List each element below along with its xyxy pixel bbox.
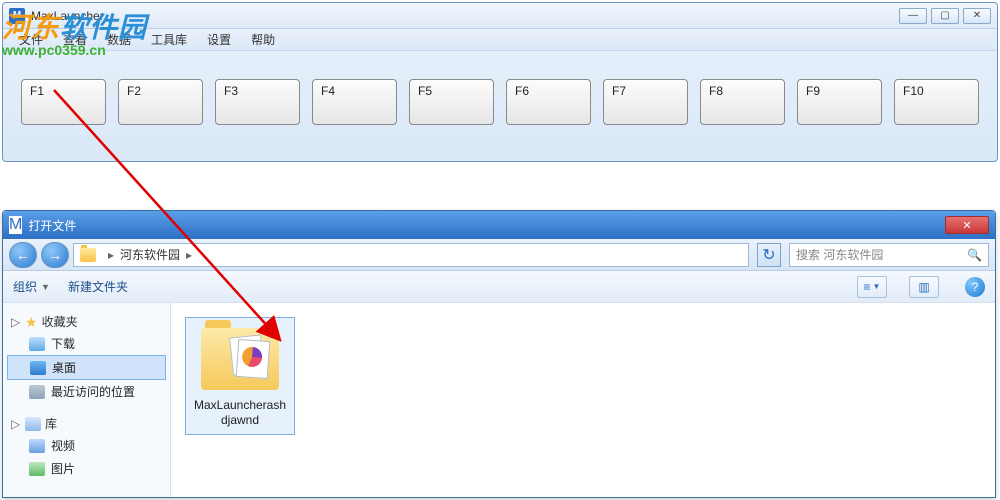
- organize-label: 组织: [13, 278, 37, 295]
- sidebar-item-label: 最近访问的位置: [51, 383, 135, 400]
- breadcrumb[interactable]: ▸ 河东软件园 ▸: [73, 243, 749, 267]
- toolbar: 组织 ▼ 新建文件夹 ≡ ▼ ▥ ?: [3, 271, 995, 303]
- refresh-button[interactable]: ↻: [757, 243, 781, 267]
- star-icon: ★: [25, 315, 38, 329]
- folder-tile[interactable]: MaxLauncherashdjawnd: [185, 317, 295, 435]
- preview-pane-button[interactable]: ▥: [909, 276, 939, 298]
- open-file-dialog: M 打开文件 ✕ ← → ▸ 河东软件园 ▸ ↻ 搜索 河东软件园 🔍 组织 ▼…: [2, 210, 996, 498]
- new-folder-label: 新建文件夹: [68, 278, 128, 295]
- sidebar-item-pictures[interactable]: 图片: [7, 457, 166, 480]
- menubar: 文件 查看 数据 工具库 设置 帮助: [3, 29, 997, 51]
- fkey-f10[interactable]: F10: [894, 79, 979, 125]
- search-placeholder: 搜索 河东软件园: [796, 246, 883, 263]
- libraries-group: ▷ 库 视频 图片: [7, 413, 166, 480]
- library-icon: [25, 417, 41, 431]
- sidebar-item-label: 图片: [51, 460, 75, 477]
- fkey-f6[interactable]: F6: [506, 79, 591, 125]
- sidebar: ▷ ★ 收藏夹 下载 桌面 最近访问的位置: [3, 303, 171, 497]
- chevron-right-icon: ▸: [108, 248, 114, 262]
- menu-view[interactable]: 查看: [55, 29, 95, 50]
- menu-file[interactable]: 文件: [11, 29, 51, 50]
- folder-icon: [201, 328, 279, 390]
- search-icon: 🔍: [967, 248, 982, 262]
- sidebar-item-label: 桌面: [52, 359, 76, 376]
- app-icon: M: [9, 8, 25, 24]
- nav-row: ← → ▸ 河东软件园 ▸ ↻ 搜索 河东软件园 🔍: [3, 239, 995, 271]
- picture-icon: [29, 462, 45, 476]
- fkey-f5[interactable]: F5: [409, 79, 494, 125]
- fkey-f1[interactable]: F1: [21, 79, 106, 125]
- sidebar-item-recent[interactable]: 最近访问的位置: [7, 380, 166, 403]
- close-button[interactable]: ✕: [963, 8, 991, 24]
- desktop-icon: [30, 361, 46, 375]
- dialog-close-button[interactable]: ✕: [945, 216, 989, 234]
- libraries-header[interactable]: ▷ 库: [7, 413, 166, 434]
- change-view-button[interactable]: ≡ ▼: [857, 276, 887, 298]
- favorites-header[interactable]: ▷ ★ 收藏夹: [7, 311, 166, 332]
- video-icon: [29, 439, 45, 453]
- menu-tools[interactable]: 工具库: [143, 29, 195, 50]
- maximize-button[interactable]: ▢: [931, 8, 959, 24]
- folder-name: MaxLauncherashdjawnd: [192, 398, 288, 428]
- menu-settings[interactable]: 设置: [199, 29, 239, 50]
- dialog-title: 打开文件: [28, 217, 945, 234]
- recent-icon: [29, 385, 45, 399]
- nav-back-button[interactable]: ←: [9, 242, 37, 268]
- sidebar-item-videos[interactable]: 视频: [7, 434, 166, 457]
- folder-icon: [80, 248, 96, 262]
- fkey-f8[interactable]: F8: [700, 79, 785, 125]
- dialog-titlebar[interactable]: M 打开文件 ✕: [3, 211, 995, 239]
- fkey-f9[interactable]: F9: [797, 79, 882, 125]
- tree-twisty-icon: ▷: [11, 315, 21, 329]
- fkey-f3[interactable]: F3: [215, 79, 300, 125]
- sidebar-item-desktop[interactable]: 桌面: [7, 355, 166, 380]
- nav-forward-button[interactable]: →: [41, 242, 69, 268]
- sidebar-item-label: 视频: [51, 437, 75, 454]
- window-title: MaxLauncher: [31, 9, 899, 23]
- new-folder-button[interactable]: 新建文件夹: [68, 278, 128, 295]
- chevron-right-icon: ▸: [186, 248, 192, 262]
- organize-menu[interactable]: 组织 ▼: [13, 278, 50, 295]
- fkey-row: F1 F2 F3 F4 F5 F6 F7 F8 F9 F10: [3, 51, 997, 143]
- maxlauncher-window: M MaxLauncher — ▢ ✕ 文件 查看 数据 工具库 设置 帮助 F…: [2, 2, 998, 162]
- dialog-app-icon: M: [9, 216, 22, 234]
- favorites-label: 收藏夹: [42, 313, 78, 330]
- list-icon: ≡: [864, 280, 871, 294]
- libraries-label: 库: [45, 415, 57, 432]
- menu-data[interactable]: 数据: [99, 29, 139, 50]
- search-input[interactable]: 搜索 河东软件园 🔍: [789, 243, 989, 267]
- chevron-down-icon: ▼: [41, 282, 50, 292]
- fkey-f7[interactable]: F7: [603, 79, 688, 125]
- minimize-button[interactable]: —: [899, 8, 927, 24]
- fkey-f2[interactable]: F2: [118, 79, 203, 125]
- thumbnail-icon: [236, 339, 271, 379]
- chevron-down-icon: ▼: [873, 282, 881, 291]
- sidebar-item-label: 下载: [51, 335, 75, 352]
- help-button[interactable]: ?: [965, 277, 985, 297]
- favorites-group: ▷ ★ 收藏夹 下载 桌面 最近访问的位置: [7, 311, 166, 403]
- content-area[interactable]: MaxLauncherashdjawnd: [171, 303, 995, 497]
- tree-twisty-icon: ▷: [11, 417, 21, 431]
- titlebar[interactable]: M MaxLauncher — ▢ ✕: [3, 3, 997, 29]
- fkey-f4[interactable]: F4: [312, 79, 397, 125]
- download-icon: [29, 337, 45, 351]
- breadcrumb-segment[interactable]: 河东软件园: [120, 246, 180, 263]
- menu-help[interactable]: 帮助: [243, 29, 283, 50]
- sidebar-item-downloads[interactable]: 下载: [7, 332, 166, 355]
